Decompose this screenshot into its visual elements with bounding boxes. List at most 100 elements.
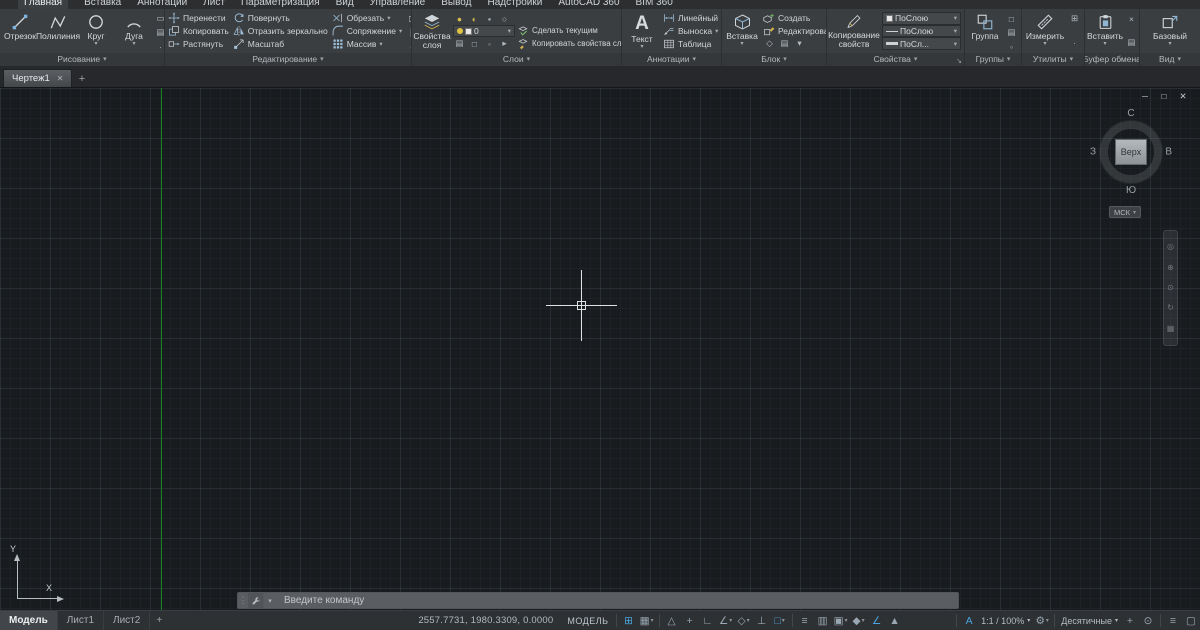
layout-tab-layout1[interactable]: Лист1: [58, 611, 105, 630]
dialog-launcher-icon[interactable]: ↘: [956, 57, 962, 65]
leader-button[interactable]: Выноска ▾: [663, 25, 721, 38]
pan-icon[interactable]: ⊕: [1167, 263, 1174, 272]
orbit-icon[interactable]: ↻: [1167, 304, 1174, 312]
annotation-visibility-toggle[interactable]: A: [960, 612, 978, 630]
osnap-tracking-toggle[interactable]: ⊥: [753, 612, 771, 630]
chevron-down-icon[interactable]: ▾: [1103, 41, 1106, 47]
viewcube-top-face[interactable]: Верх: [1115, 139, 1147, 165]
layer-unisolate-icon[interactable]: □: [468, 37, 481, 50]
chevron-down-icon[interactable]: ▾: [379, 40, 382, 48]
isodraft-toggle[interactable]: ◇ ▾: [735, 612, 753, 630]
chevron-down-icon[interactable]: ▾: [793, 37, 806, 50]
annotation-monitor-toggle[interactable]: ▲: [886, 612, 904, 630]
chevron-down-icon[interactable]: ▾: [1168, 41, 1171, 47]
measure-button[interactable]: Измерить ▾: [1024, 10, 1066, 52]
panel-label-view[interactable]: Вид ▾: [1140, 53, 1200, 66]
close-icon[interactable]: ✕: [1178, 91, 1188, 102]
text-button[interactable]: A Текст ▾: [624, 10, 660, 52]
minimize-icon[interactable]: ─: [1140, 91, 1150, 102]
mirror-button[interactable]: Отразить зеркально: [233, 25, 328, 38]
chevron-down-icon[interactable]: ▾: [954, 14, 957, 22]
copy-button[interactable]: Копировать: [168, 25, 229, 38]
scale-button[interactable]: Масштаб: [233, 37, 328, 50]
layer-isolate-icon[interactable]: ▤: [453, 37, 466, 50]
cut-icon[interactable]: ×: [1125, 12, 1138, 25]
join-icon[interactable]: ◦: [405, 40, 411, 53]
panel-label-clipboard[interactable]: Буфер обмена: [1085, 53, 1139, 66]
tab-view[interactable]: Вид: [336, 0, 354, 9]
quick-properties-toggle[interactable]: +: [1121, 612, 1139, 630]
navigation-bar[interactable]: ◎ ⊕ ⊙ ↻ ▦: [1163, 230, 1178, 346]
dimension-button[interactable]: Линейный ▾: [663, 12, 721, 25]
panel-label-modify[interactable]: Редактирование ▾: [165, 53, 411, 66]
new-drawing-button[interactable]: +: [74, 71, 89, 86]
chevron-down-icon[interactable]: ▾: [729, 617, 732, 624]
chevron-down-icon[interactable]: ▾: [508, 27, 511, 35]
define-attribute-icon[interactable]: ◇: [763, 37, 776, 50]
paste-button[interactable]: Вставить ▾: [1087, 10, 1123, 52]
tab-manage[interactable]: Управление: [370, 0, 426, 9]
zoom-icon[interactable]: ⊙: [1167, 283, 1174, 292]
create-block-button[interactable]: Создать: [763, 12, 826, 25]
viewcube-west[interactable]: З: [1090, 147, 1096, 158]
chevron-down-icon[interactable]: ▾: [1043, 41, 1046, 47]
chevron-down-icon[interactable]: ▾: [740, 41, 743, 47]
match-properties-button[interactable]: Копирование свойств: [828, 10, 880, 52]
panel-label-block[interactable]: Блок ▾: [722, 53, 826, 66]
make-current-button[interactable]: Сделать текущим: [517, 24, 621, 37]
show-motion-icon[interactable]: ▦: [1167, 324, 1175, 333]
command-grip-icon[interactable]: ⋮: [238, 595, 248, 606]
trim-button[interactable]: Обрезать ▾: [332, 12, 403, 25]
chevron-down-icon[interactable]: ▾: [1115, 617, 1118, 624]
tab-insert[interactable]: Вставка: [84, 0, 121, 9]
ungroup-icon[interactable]: □: [1005, 12, 1018, 25]
chevron-down-icon[interactable]: ▾: [399, 27, 402, 35]
viewcube-south[interactable]: Ю: [1126, 185, 1136, 196]
circle-button[interactable]: Круг ▾: [78, 10, 114, 52]
command-prompt[interactable]: Введите команду: [284, 595, 364, 606]
tab-output[interactable]: Вывод: [441, 0, 471, 9]
chevron-down-icon[interactable]: ▾: [954, 40, 957, 48]
viewcube-east[interactable]: В: [1165, 147, 1172, 158]
chevron-down-icon[interactable]: ▾: [1027, 617, 1030, 624]
viewcube-north[interactable]: С: [1127, 108, 1134, 119]
layer-previous-icon[interactable]: ◦: [483, 37, 496, 50]
viewcube[interactable]: С Ю З В Верх: [1088, 108, 1174, 196]
fillet-button[interactable]: Сопряжение ▾: [332, 25, 402, 38]
drawing-canvas[interactable]: ─ □ ✕ С Ю З В Верх МСК ▾ ◎ ⊕ ⊙ ↻ ▦ Y X: [0, 88, 1200, 610]
group-edit-icon[interactable]: ▤: [1005, 26, 1018, 39]
arc-button[interactable]: Дуга ▾: [116, 10, 152, 52]
chevron-down-icon[interactable]: ▾: [747, 617, 750, 624]
chevron-down-icon[interactable]: ▾: [640, 44, 643, 50]
layout-tab-layout2[interactable]: Лист2: [104, 611, 151, 630]
lineweight-toggle[interactable]: ≡: [796, 612, 814, 630]
table-button[interactable]: Таблица: [663, 37, 721, 50]
restore-icon[interactable]: □: [1159, 91, 1169, 102]
rotate-button[interactable]: Повернуть: [233, 12, 328, 25]
workspace-switching-button[interactable]: ⚙ ▾: [1033, 612, 1051, 630]
recent-commands-icon[interactable]: ▾: [264, 597, 276, 605]
tab-bim360[interactable]: BIM 360: [636, 0, 673, 9]
infer-constraints-toggle[interactable]: △: [663, 612, 681, 630]
selection-cycling-toggle[interactable]: ▣ ▾: [832, 612, 850, 630]
new-layout-button[interactable]: +: [150, 615, 168, 626]
color-dropdown[interactable]: ПоСлою ▾: [882, 12, 961, 25]
lineweight-dropdown[interactable]: ПоСл... ▾: [882, 37, 961, 51]
layer-walk-icon[interactable]: ▸: [498, 37, 511, 50]
erase-icon[interactable]: ◻: [405, 12, 411, 25]
edit-block-button[interactable]: Редактировать: [763, 25, 826, 38]
move-button[interactable]: Перенести: [168, 12, 229, 25]
file-tab-drawing1[interactable]: Чертеж1 ✕: [3, 69, 73, 87]
array-button[interactable]: Массив ▾: [332, 37, 403, 50]
chevron-down-icon[interactable]: ▾: [954, 27, 957, 35]
tab-annotate[interactable]: Аннотации: [137, 0, 187, 9]
steering-wheel-icon[interactable]: ◎: [1167, 243, 1174, 251]
chevron-down-icon[interactable]: ▾: [862, 617, 865, 624]
tab-layout[interactable]: Лист: [203, 0, 225, 9]
panel-label-groups[interactable]: Группы ▾: [965, 53, 1021, 66]
units-button[interactable]: Десятичные ▾: [1058, 616, 1121, 626]
chevron-down-icon[interactable]: ▾: [94, 41, 97, 47]
dynamic-input-toggle[interactable]: +: [681, 612, 699, 630]
layer-properties-button[interactable]: Свойства слоя: [413, 10, 451, 52]
layer-on-icon[interactable]: ●: [453, 12, 466, 25]
